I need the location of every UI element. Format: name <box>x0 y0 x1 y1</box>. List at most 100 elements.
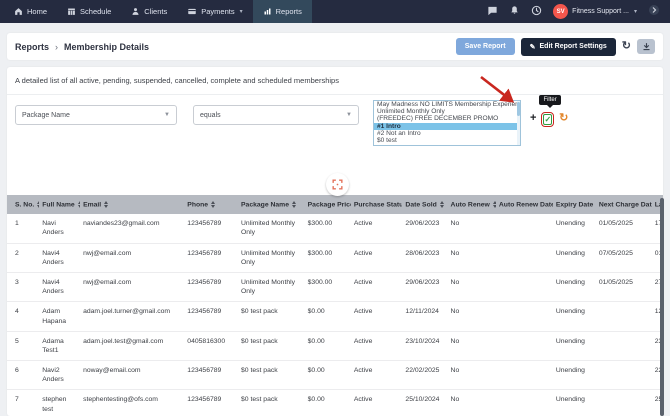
nav-item-reports[interactable]: Reports <box>253 0 312 23</box>
arrow-circle-icon[interactable] <box>648 3 660 21</box>
table-cell: $0.00 <box>305 302 351 331</box>
filter-operator-select[interactable]: equals▼ <box>193 105 359 125</box>
table-row[interactable]: 3Navi4 Andersnwj@email.com123456789Unlim… <box>7 272 663 301</box>
nav-item-clients[interactable]: Clients <box>121 0 177 23</box>
filter-tooltip: Filter <box>539 95 560 105</box>
table-cell: No <box>448 243 496 272</box>
table-cell: Active <box>351 272 403 301</box>
filter-option[interactable]: #2 Not an Intro <box>374 130 520 137</box>
column-header[interactable]: Next Charge Date <box>596 195 652 214</box>
column-header[interactable]: Purchase Status <box>351 195 403 214</box>
filter-option[interactable]: May Madness NO LIMITS Membership Experie… <box>374 101 520 108</box>
breadcrumb-parent[interactable]: Reports <box>15 42 49 52</box>
add-filter-icon[interactable]: + <box>530 113 536 124</box>
filter-option[interactable]: #1 Intro <box>374 123 520 130</box>
table-row[interactable]: 5Adama Test1adam.joel.test@gmail.com0405… <box>7 331 663 360</box>
home-icon <box>14 7 23 16</box>
table-cell: Active <box>351 331 403 360</box>
page-title: Membership Details <box>64 42 149 52</box>
refresh-icon[interactable]: ↻ <box>622 41 631 52</box>
reports-icon <box>263 7 272 16</box>
table-cell: Unlimited Monthly Only <box>238 214 305 243</box>
sort-icon[interactable] <box>211 201 215 208</box>
table-cell: Unlimited Monthly Only <box>238 272 305 301</box>
table-cell: Active <box>351 302 403 331</box>
table-cell: Unending <box>553 390 596 416</box>
table-header-row: S. No.Full NameEmailPhonePackage NamePac… <box>7 195 663 214</box>
column-header[interactable]: Auto Renew Date <box>496 195 553 214</box>
column-header[interactable]: Package Price <box>305 195 351 214</box>
table-cell <box>496 272 553 301</box>
apply-filter-icon[interactable]: ✓ <box>543 114 552 125</box>
table-cell: $0 test pack <box>238 302 305 331</box>
table-cell <box>496 361 553 390</box>
report-toolbar: Save Report ✎ Edit Report Settings ↻ <box>456 38 655 56</box>
filter-value-listbox[interactable]: May Madness NO LIMITS Membership Experie… <box>373 100 521 146</box>
table-cell: Adama Test1 <box>39 331 80 360</box>
table-row[interactable]: 2Navi4 Andersnwj@email.com123456789Unlim… <box>7 243 663 272</box>
table-cell: No <box>448 361 496 390</box>
column-header[interactable]: Auto Renew <box>448 195 496 214</box>
listbox-scrollbar-thumb[interactable] <box>517 102 520 116</box>
sort-icon[interactable] <box>292 201 296 208</box>
table-cell: Unending <box>553 243 596 272</box>
membership-details-screen: { "navbar": { "items": [ {"label": "Home… <box>0 0 670 416</box>
column-header[interactable]: S. No. <box>7 195 39 214</box>
column-header[interactable]: Email <box>80 195 184 214</box>
table-row[interactable]: 7stephen teststephentesting@ofs.com12345… <box>7 390 663 416</box>
sort-icon[interactable] <box>493 201 496 208</box>
table-cell <box>596 390 652 416</box>
messages-icon[interactable] <box>487 3 498 21</box>
filter-option[interactable]: Unlimited Monthly Only <box>374 108 520 115</box>
sort-icon[interactable] <box>78 201 80 208</box>
sort-icon[interactable] <box>37 201 39 208</box>
table-cell <box>596 361 652 390</box>
table-cell: Unending <box>553 331 596 360</box>
download-icon <box>642 39 651 54</box>
filter-option[interactable]: (FREEDEC) FREE DECEMBER PROMO <box>374 115 520 122</box>
table-cell: Adam Hapana <box>39 302 80 331</box>
nav-item-home[interactable]: Home <box>4 0 57 23</box>
filter-field-select[interactable]: Package Name▼ <box>15 105 177 125</box>
vertical-scrollbar[interactable] <box>660 198 664 416</box>
column-header[interactable]: Full Name <box>39 195 80 214</box>
navbar-right: SV Fitness Support ... ▾ <box>487 0 670 23</box>
sort-icon[interactable] <box>104 201 108 208</box>
table-cell: $0 test pack <box>238 390 305 416</box>
table-cell: stephen test <box>39 390 80 416</box>
table-cell: Unending <box>553 272 596 301</box>
sort-icon[interactable] <box>440 201 444 208</box>
clock-icon[interactable] <box>531 3 542 21</box>
table-cell: $0.00 <box>305 361 351 390</box>
clients-icon <box>131 7 140 16</box>
table-cell: Navi2 Anders <box>39 361 80 390</box>
table-cell: $0.00 <box>305 390 351 416</box>
notifications-icon[interactable] <box>509 3 520 21</box>
chevron-down-icon: ▾ <box>634 8 637 15</box>
table-cell: 123456789 <box>184 243 238 272</box>
table-cell: 12/11/2024 <box>402 302 447 331</box>
edit-report-settings-button[interactable]: ✎ Edit Report Settings <box>521 38 616 56</box>
table-cell <box>496 214 553 243</box>
table-cell: Unending <box>553 361 596 390</box>
table-cell: $0 test pack <box>238 331 305 360</box>
table-cell: 0405816300 <box>184 331 238 360</box>
column-header[interactable]: Package Name <box>238 195 305 214</box>
table-row[interactable]: 6Navi2 Andersnoway@email.com123456789$0 … <box>7 361 663 390</box>
nav-item-schedule[interactable]: Schedule <box>57 0 121 23</box>
account-menu[interactable]: SV Fitness Support ... ▾ <box>553 4 637 19</box>
table-row[interactable]: 4Adam Hapanaadam.joel.turner@gmail.com12… <box>7 302 663 331</box>
column-header[interactable]: Expiry Date <box>553 195 596 214</box>
nav-item-payments[interactable]: Payments▾ <box>177 0 252 23</box>
save-report-button[interactable]: Save Report <box>456 38 515 55</box>
filter-option[interactable]: $0 test <box>374 137 520 144</box>
column-header[interactable]: Phone <box>184 195 238 214</box>
table-cell: noway@email.com <box>80 361 184 390</box>
top-navbar: HomeScheduleClientsPayments▾Reports SV F… <box>0 0 670 23</box>
table-row[interactable]: 1Navi Andersnaviandes23@gmail.com1234567… <box>7 214 663 243</box>
reset-filter-icon[interactable]: ↻ <box>559 113 568 124</box>
table-cell: $0 test pack <box>238 361 305 390</box>
download-button[interactable] <box>637 39 655 54</box>
table-cell: naviandes23@gmail.com <box>80 214 184 243</box>
column-header[interactable]: Date Sold <box>402 195 447 214</box>
